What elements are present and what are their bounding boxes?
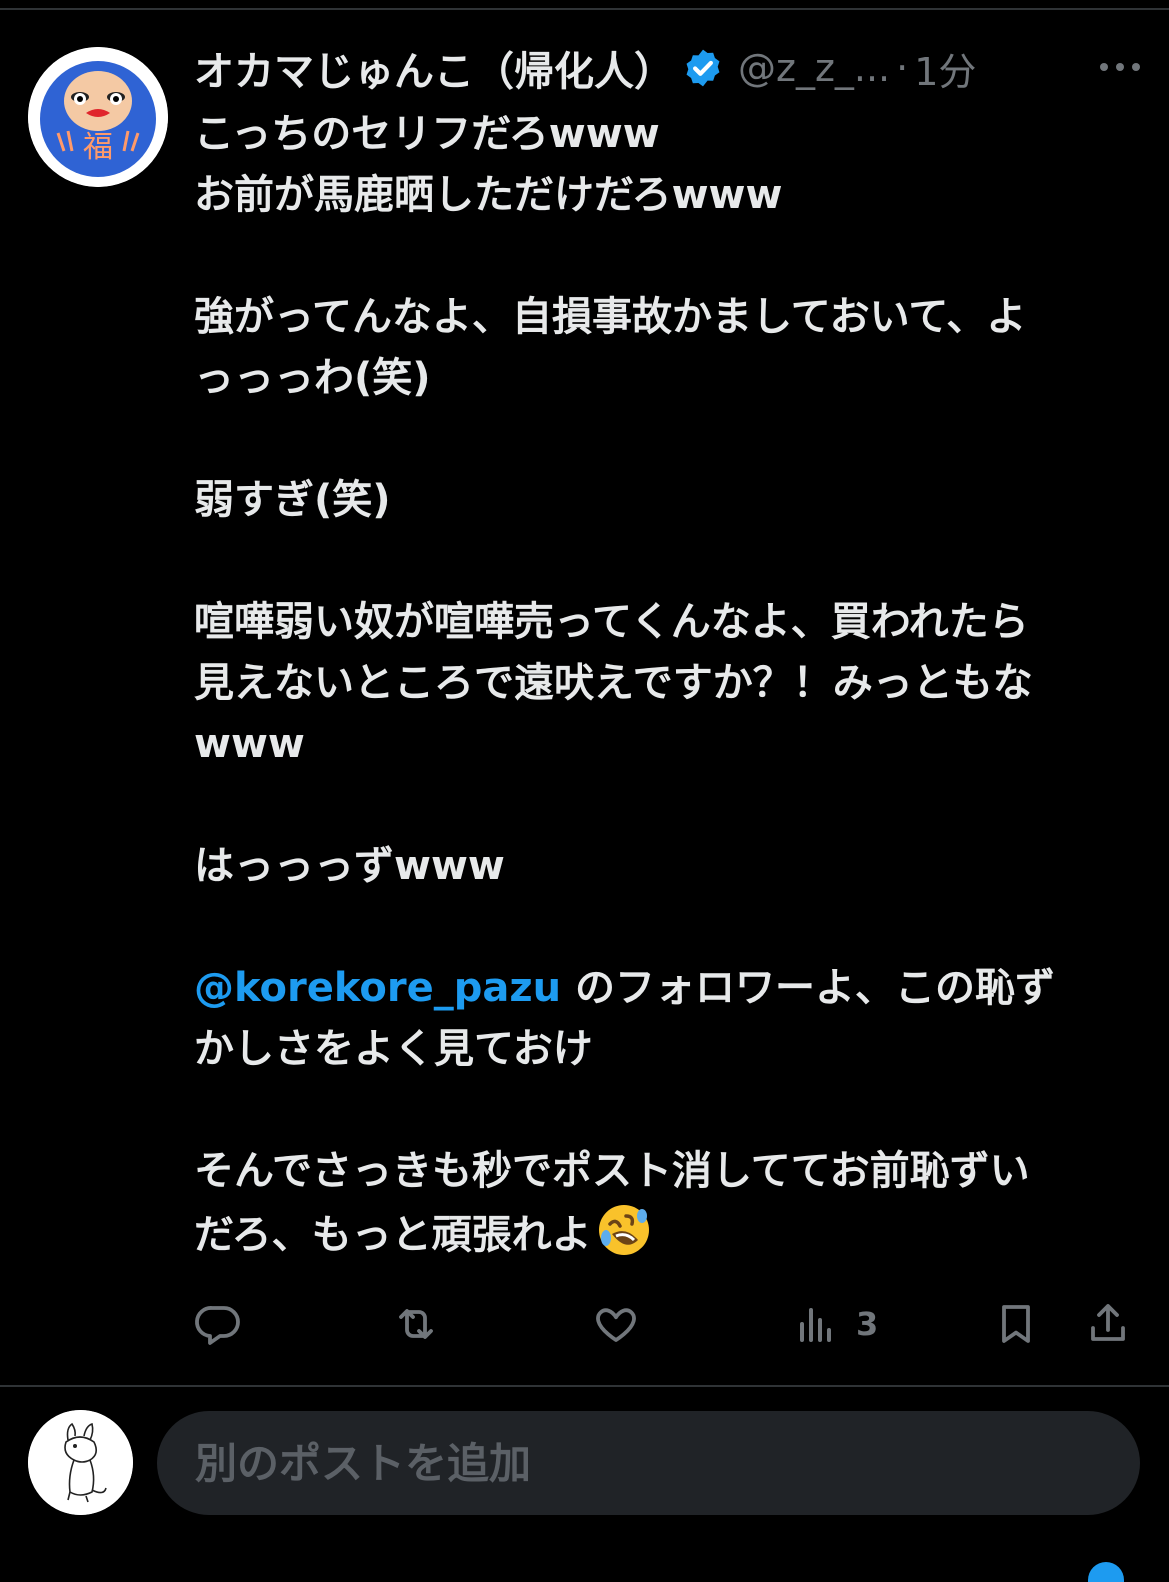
tweet-line-text: だろ、もっと頑張れよ xyxy=(194,1212,592,1258)
tweet-header: オカマじゅんこ（帰化人） @z_z_... · 1分 xyxy=(194,40,1144,96)
more-icon[interactable] xyxy=(1096,52,1144,82)
tweet-line: かしさをよく見ておけ xyxy=(194,1026,593,1072)
views-count: 3 xyxy=(856,1305,879,1343)
moomin-sketch-avatar-image xyxy=(28,1410,133,1515)
add-post-field[interactable] xyxy=(157,1411,1140,1515)
retweet-icon xyxy=(399,1309,433,1339)
tweet-line: だろ、もっと頑張れよ xyxy=(194,1202,1139,1266)
user-handle[interactable]: @z_z_... xyxy=(738,46,890,90)
mention-link[interactable]: @korekore_pazu xyxy=(194,965,561,1011)
tweet-line-text: のフォロワーよ、この恥ず xyxy=(561,965,1056,1011)
share-icon xyxy=(1091,1304,1125,1341)
author-avatar[interactable]: 福 xyxy=(28,47,168,187)
tweet-line: 喧嘩弱い奴が喧嘩売ってくんなよ、買われたら xyxy=(194,599,1029,645)
rolling-laughing-emoji-icon xyxy=(598,1205,649,1255)
tweet-line: お前が馬鹿晒しただけだろwww xyxy=(194,172,783,218)
bookmark-button[interactable] xyxy=(992,1296,1040,1352)
avatar-fuku-glyph: 福 xyxy=(83,130,113,165)
tweet-line: そんでさっきも秒でポスト消しててお前恥ずい xyxy=(194,1148,1030,1194)
tweet-line: 強がってんなよ、自損事故かましておいて、よ xyxy=(194,294,1027,340)
timestamp[interactable]: 1分 xyxy=(914,41,976,96)
tweet-line: @korekore_pazu のフォロワーよ、この恥ず xyxy=(194,958,1139,1019)
tweet-line: 弱すぎ(笑) xyxy=(194,477,391,523)
tweet-line: っっっわ(笑) xyxy=(194,355,431,401)
add-post-input[interactable] xyxy=(193,1437,1097,1489)
section-divider xyxy=(0,1385,1169,1387)
bookmark-icon xyxy=(1002,1305,1030,1343)
tweet-actions: 3 xyxy=(194,1296,1139,1352)
verified-badge-icon[interactable] xyxy=(682,47,724,89)
daruma-avatar-image: 福 xyxy=(28,47,168,187)
top-divider xyxy=(0,8,1169,10)
tweet-text: こっちのセリフだろwww お前が馬鹿晒しただけだろwww 強がってんなよ、自損事… xyxy=(194,104,1139,1266)
compose-fab-edge[interactable] xyxy=(1088,1562,1124,1582)
my-avatar[interactable] xyxy=(28,1410,133,1515)
reply-button[interactable] xyxy=(194,1296,242,1352)
views-button[interactable]: 3 xyxy=(792,1296,878,1352)
tweet-line: はっっっずwww xyxy=(194,843,505,889)
tweet-line: こっちのセリフだろwww xyxy=(194,111,660,157)
retweet-button[interactable] xyxy=(392,1296,440,1352)
views-icon xyxy=(800,1308,831,1342)
like-icon xyxy=(596,1308,636,1342)
tweet-line: www xyxy=(194,721,305,767)
share-button[interactable] xyxy=(1084,1296,1132,1352)
reply-icon xyxy=(195,1306,240,1345)
like-button[interactable] xyxy=(592,1296,640,1352)
tweet-line: 見えないところで遠吠えですか？！みっともな xyxy=(194,660,1033,706)
display-name[interactable]: オカマじゅんこ（帰化人） xyxy=(194,39,674,97)
separator-dot: · xyxy=(896,46,909,90)
